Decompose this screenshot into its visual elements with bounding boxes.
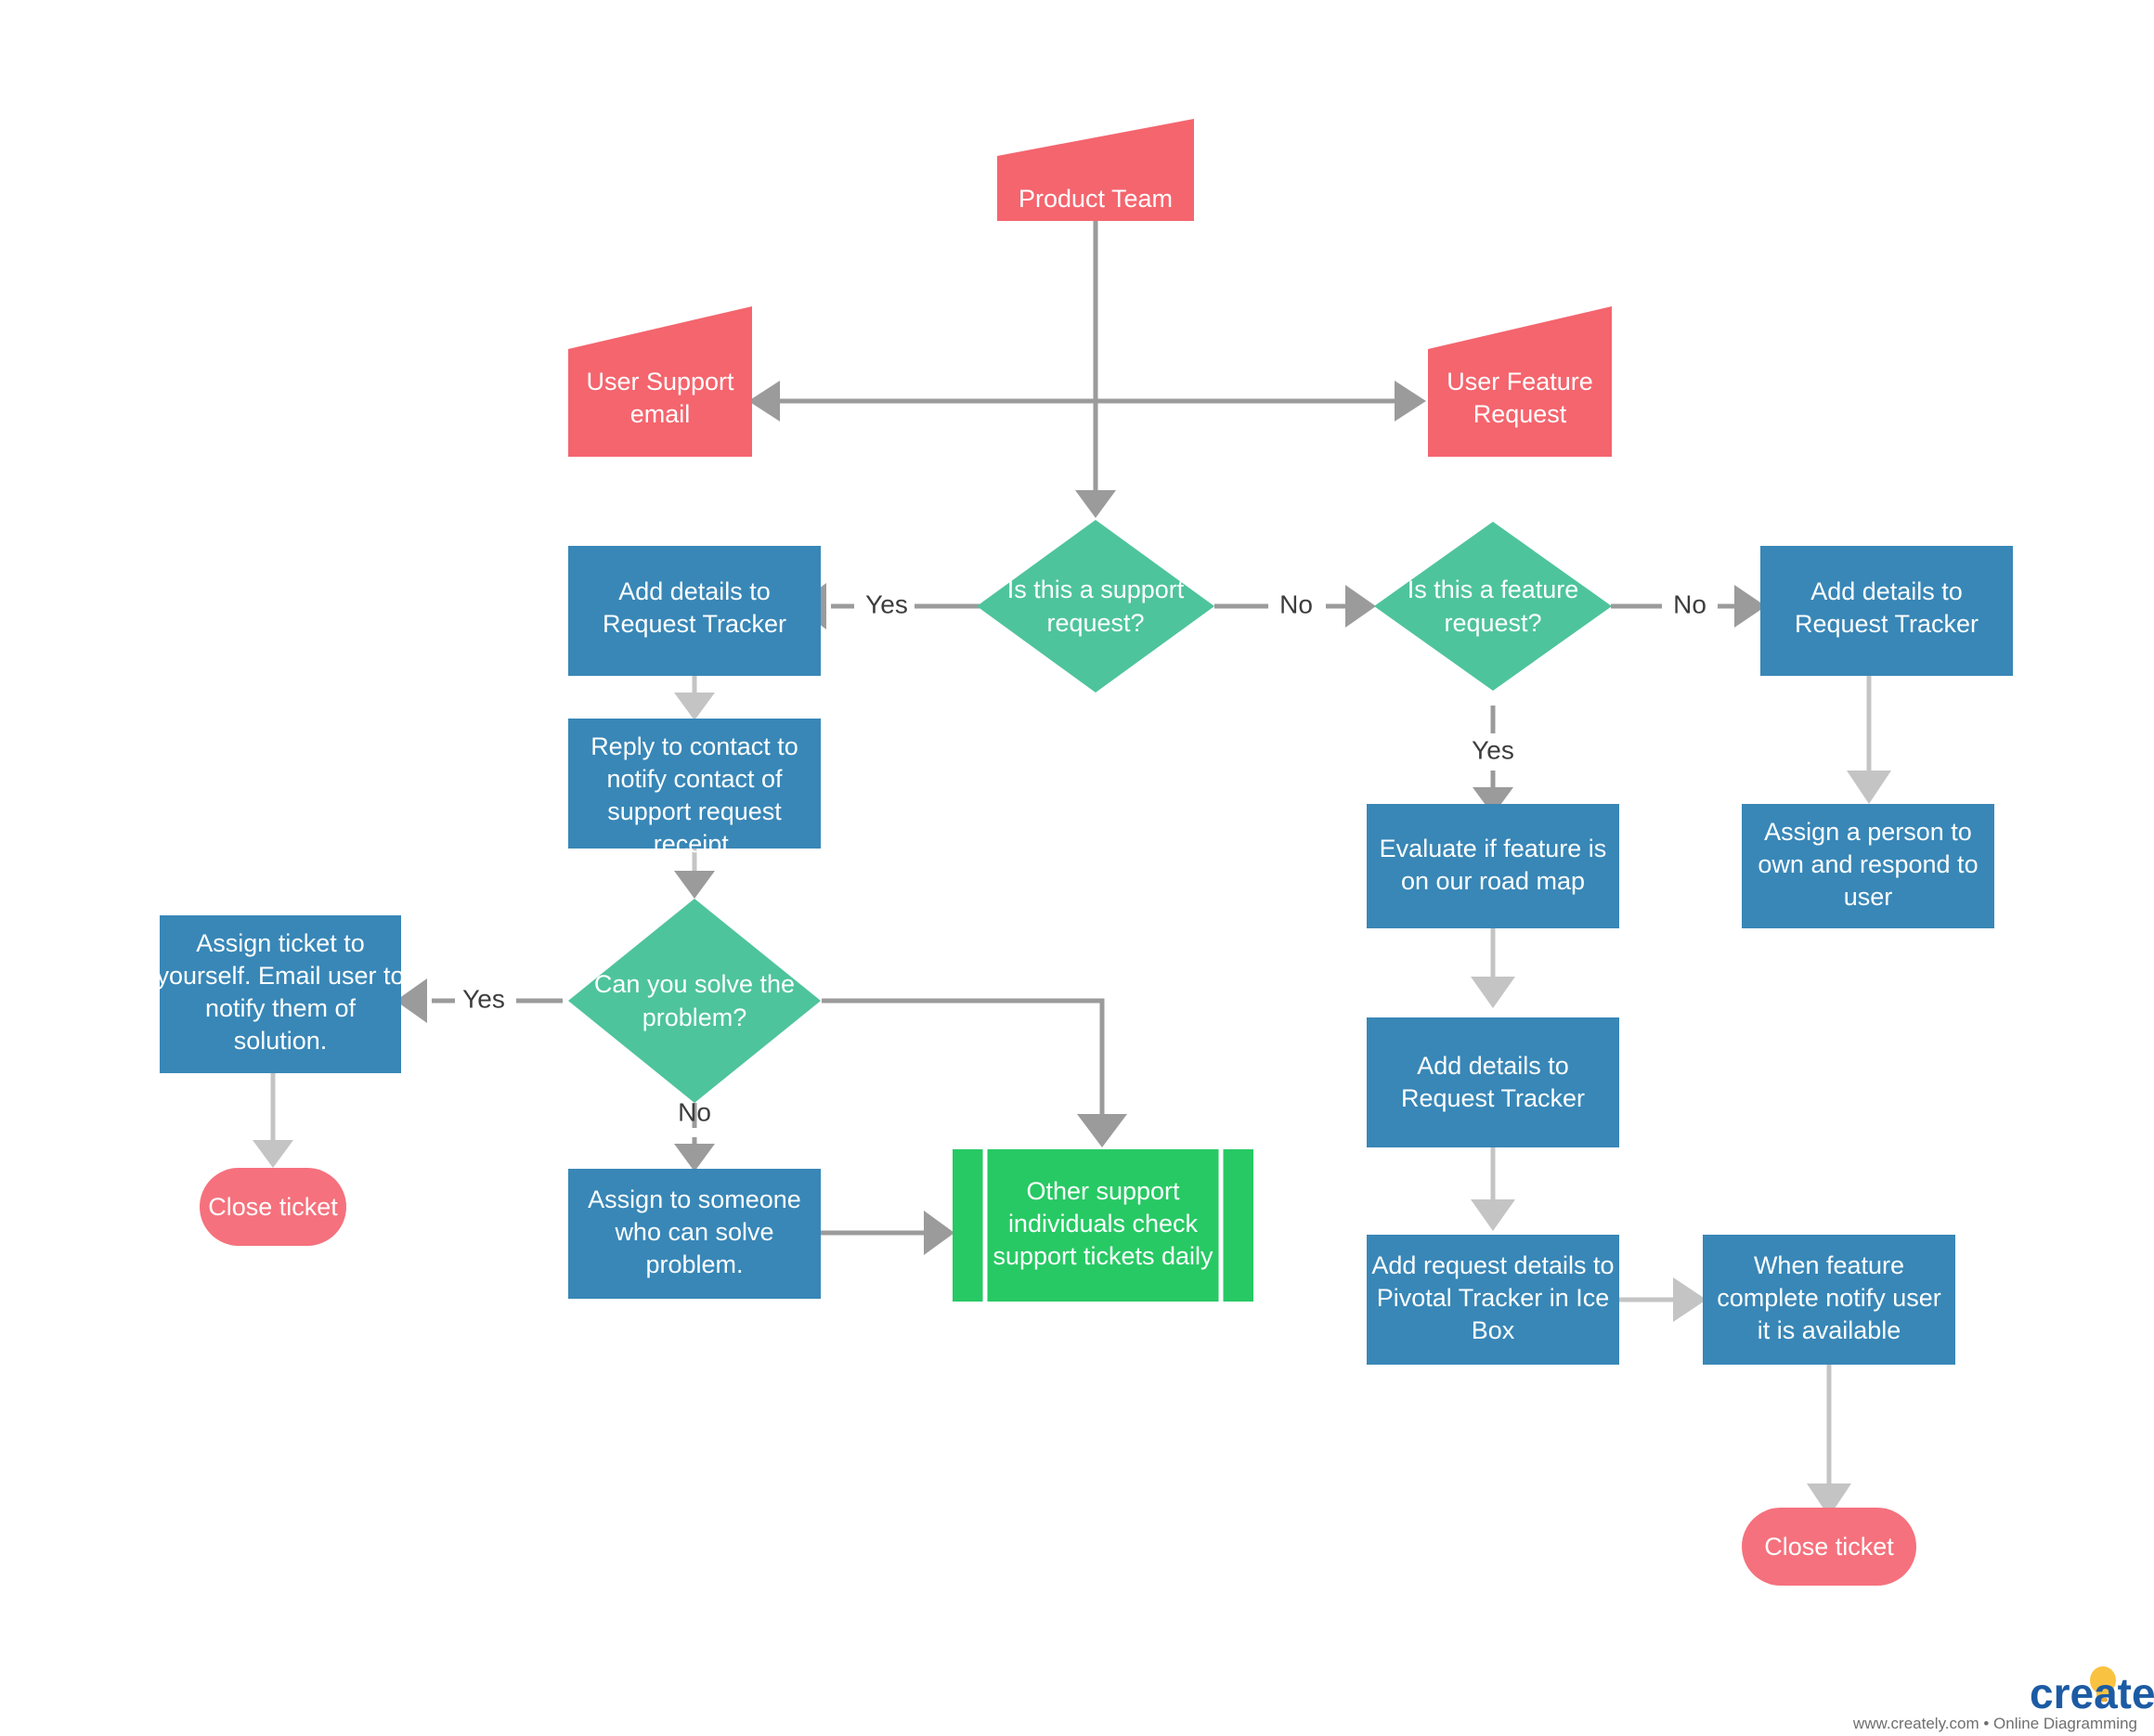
notify-user-line3: it is available	[1758, 1316, 1901, 1344]
assign-self-line2: yourself. Email user to	[156, 962, 404, 990]
arrowhead-add-rt-mid	[1471, 977, 1515, 1008]
node-decision-support-request[interactable]: Is this a support request?	[977, 520, 1214, 693]
brand-creat: creat	[2030, 1669, 2132, 1717]
node-close-ticket-right[interactable]: Close ticket	[1742, 1508, 1916, 1586]
decision-solve-line2: problem?	[642, 1004, 747, 1031]
notify-user-line2: complete notify user	[1717, 1284, 1941, 1312]
brand-e: e	[2132, 1669, 2154, 1717]
arrowhead-notify-user	[1673, 1277, 1706, 1322]
other-support-line3: support tickets daily	[993, 1242, 1213, 1270]
node-user-support-email[interactable]: User Support email	[568, 306, 752, 457]
arrowhead-reply-contact	[674, 693, 715, 720]
edge-label-support-no: No	[1279, 589, 1313, 618]
node-other-support-individuals[interactable]: Other support individuals check support …	[953, 1149, 1253, 1302]
assign-someone-line2: who can solve	[614, 1218, 773, 1246]
node-evaluate-roadmap[interactable]: Evaluate if feature is on our road map	[1367, 804, 1619, 928]
assign-person-line1: Assign a person to	[1764, 818, 1972, 846]
close-ticket-left-label: Close ticket	[208, 1193, 338, 1221]
decision-feature-label-line1: Is this a feature	[1408, 576, 1579, 603]
connectors	[253, 221, 1891, 1517]
flowchart-canvas: Product Team User Support email User Fea…	[156, 119, 2154, 1732]
assign-person-line3: user	[1844, 883, 1893, 911]
close-ticket-right-label: Close ticket	[1764, 1533, 1894, 1561]
add-rt-mid-shape[interactable]	[1367, 1017, 1619, 1147]
node-add-details-request-tracker-right[interactable]: Add details to Request Tracker	[1760, 546, 2013, 676]
arrowhead-solve-decision	[674, 871, 715, 899]
arrowhead-pivotal	[1471, 1199, 1515, 1231]
node-close-ticket-left[interactable]: Close ticket	[200, 1168, 346, 1246]
node-assign-ticket-yourself[interactable]: Assign ticket to yourself. Email user to…	[156, 915, 405, 1073]
reply-contact-line4: receipt.	[654, 830, 736, 858]
node-product-team[interactable]: Product Team	[997, 119, 1194, 221]
pivotal-line1: Add request details to	[1371, 1251, 1614, 1279]
arrowhead-feature-decision	[1345, 585, 1376, 628]
other-support-line2: individuals check	[1008, 1210, 1199, 1237]
assign-person-line2: own and respond to	[1758, 850, 1978, 878]
decision-solve-shape[interactable]	[568, 899, 821, 1103]
decision-support-shape[interactable]	[977, 520, 1214, 693]
decision-support-label-line2: request?	[1046, 609, 1144, 637]
arrowhead-user-feature	[1395, 381, 1426, 421]
arrowhead-user-support	[748, 381, 780, 421]
add-rt-mid-line2: Request Tracker	[1401, 1084, 1585, 1112]
node-user-feature-request[interactable]: User Feature Request	[1428, 306, 1612, 457]
node-notify-user-available[interactable]: When feature complete notify user it is …	[1703, 1235, 1955, 1365]
add-rt-left-line1: Add details to	[618, 577, 771, 605]
arrowhead-close-left	[253, 1140, 293, 1168]
evaluate-shape[interactable]	[1367, 804, 1619, 928]
arrowhead-assign-person	[1847, 771, 1891, 804]
evaluate-line2: on our road map	[1401, 867, 1585, 895]
add-rt-left-line2: Request Tracker	[603, 610, 786, 638]
node-pivotal-tracker[interactable]: Add request details to Pivotal Tracker i…	[1367, 1235, 1619, 1365]
brand-tagline: www.creately.com • Online Diagramming	[1852, 1715, 2137, 1732]
decision-feature-label-line2: request?	[1444, 609, 1541, 637]
decision-support-label-line1: Is this a support	[1007, 576, 1185, 603]
add-rt-right-line1: Add details to	[1810, 577, 1963, 605]
arrowhead-other-support	[1077, 1114, 1127, 1147]
evaluate-line1: Evaluate if feature is	[1380, 835, 1607, 862]
add-rt-mid-line1: Add details to	[1417, 1052, 1569, 1080]
node-assign-to-someone[interactable]: Assign to someone who can solve problem.	[568, 1169, 821, 1299]
arrowhead-other-support-left	[924, 1211, 954, 1255]
user-support-label-line1: User Support	[586, 368, 734, 395]
add-rt-right-line2: Request Tracker	[1795, 610, 1979, 638]
user-support-label-line2: email	[630, 400, 691, 428]
other-support-line1: Other support	[1026, 1177, 1180, 1205]
edge-label-solve-yes: Yes	[462, 984, 505, 1013]
user-feature-label-line2: Request	[1473, 400, 1567, 428]
assign-someone-line1: Assign to someone	[588, 1185, 801, 1213]
node-assign-person-respond[interactable]: Assign a person to own and respond to us…	[1742, 804, 1994, 928]
node-add-details-request-tracker-mid[interactable]: Add details to Request Tracker	[1367, 1017, 1619, 1147]
edge-label-feature-yes: Yes	[1472, 735, 1514, 764]
arrowhead-to-support-decision	[1075, 490, 1116, 518]
reply-contact-line3: support request	[607, 797, 782, 825]
edge-label-solve-no: No	[678, 1097, 711, 1126]
node-add-details-request-tracker-left[interactable]: Add details to Request Tracker	[568, 546, 821, 676]
arrowhead-assign-someone	[674, 1144, 715, 1172]
edge-label-support-yes: Yes	[865, 589, 908, 618]
node-reply-to-contact[interactable]: Reply to contact to notify contact of su…	[568, 719, 821, 858]
assign-self-line4: solution.	[234, 1027, 328, 1055]
connector-solve-to-other-support	[822, 998, 1105, 1123]
assign-self-line1: Assign ticket to	[196, 929, 365, 957]
brand-wordmark: creately	[2030, 1669, 2154, 1717]
notify-user-line1: When feature	[1754, 1251, 1904, 1279]
decision-solve-line1: Can you solve the	[594, 970, 795, 998]
pivotal-line3: Box	[1472, 1316, 1515, 1344]
user-feature-label-line1: User Feature	[1447, 368, 1593, 395]
reply-contact-line2: notify contact of	[606, 765, 783, 793]
reply-contact-line1: Reply to contact to	[590, 732, 798, 760]
decision-feature-shape[interactable]	[1374, 522, 1612, 691]
assign-someone-line3: problem.	[645, 1250, 743, 1278]
pivotal-line2: Pivotal Tracker in Ice	[1377, 1284, 1610, 1312]
node-decision-feature-request[interactable]: Is this a feature request?	[1374, 522, 1612, 691]
edge-label-feature-no: No	[1673, 589, 1706, 618]
product-team-label: Product Team	[1019, 185, 1173, 213]
assign-self-line3: notify them of	[205, 994, 357, 1022]
creately-branding: creately www.creately.com • Online Diagr…	[1852, 1666, 2154, 1732]
node-decision-can-solve[interactable]: Can you solve the problem?	[568, 899, 821, 1103]
